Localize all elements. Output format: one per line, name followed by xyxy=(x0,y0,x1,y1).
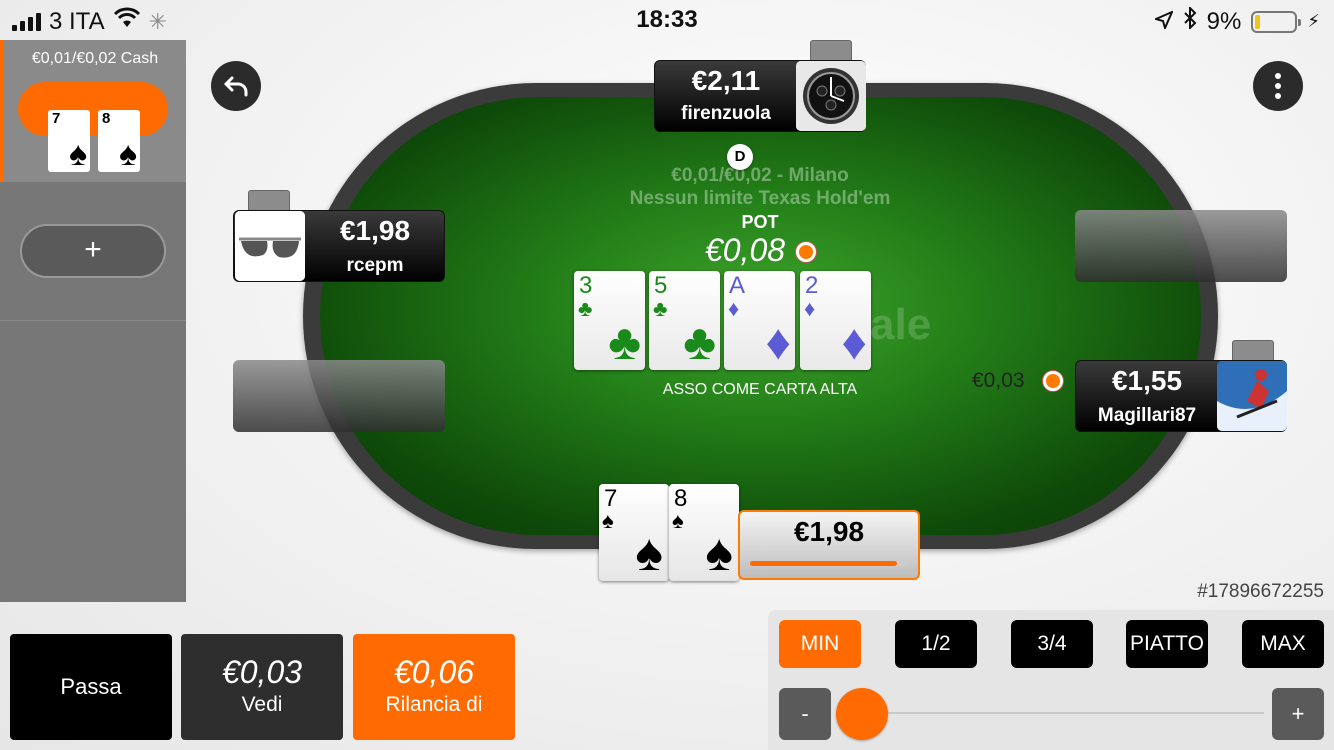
bet-slider-track[interactable] xyxy=(842,712,1264,714)
add-table-slot: + xyxy=(0,181,186,321)
bluetooth-icon xyxy=(1183,5,1197,36)
hand-strength: ASSO COME CARTA ALTA xyxy=(662,381,858,398)
status-bar: 3 ITA ✳ 18:33 9% ⚡ xyxy=(0,0,1334,40)
player-bet: €0,03 xyxy=(972,369,1025,392)
menu-button[interactable] xyxy=(1253,61,1303,111)
back-button[interactable] xyxy=(211,61,261,111)
charging-icon: ⚡ xyxy=(1307,11,1320,31)
bet-chip-icon xyxy=(1043,371,1063,391)
hand-id: #17896672255 xyxy=(1197,581,1324,602)
pot-amount: €0,08 xyxy=(704,232,786,268)
more-vertical-icon xyxy=(1275,73,1281,99)
bet-increase-button[interactable]: + xyxy=(1272,688,1324,740)
hero-stack: €1,98 xyxy=(793,516,865,547)
battery-icon xyxy=(1251,10,1302,33)
fold-label: Passa xyxy=(60,674,122,699)
empty-seat[interactable] xyxy=(1075,210,1287,282)
call-amount: €0,03 xyxy=(221,654,303,690)
mini-card: 7 ♠ xyxy=(48,110,90,172)
table-watermark: ale xyxy=(870,300,932,349)
turn-indicator xyxy=(18,82,168,136)
turn-timer-bar xyxy=(750,561,908,566)
bet-min-button[interactable]: MIN xyxy=(779,620,861,668)
back-arrow-icon xyxy=(224,76,248,97)
table-game-info: Nessun limite Texas Hold'em xyxy=(629,188,891,209)
avatar xyxy=(796,61,866,131)
raise-button[interactable]: €0,06 Rilancia di xyxy=(353,634,515,740)
player-stack: €1,98 xyxy=(339,215,411,246)
hero-card: 7 ♠ ♠ xyxy=(599,484,669,581)
player-name: rcepm xyxy=(346,255,404,276)
table-tab-active[interactable]: €0,01/€0,02 Cash 7 ♠ 8 ♠ xyxy=(0,40,186,181)
bet-three-quarter-pot-button[interactable]: 3/4 xyxy=(1011,620,1093,668)
empty-seat[interactable] xyxy=(233,360,445,432)
location-icon xyxy=(1152,8,1174,36)
avatar xyxy=(235,211,305,281)
call-label: Vedi xyxy=(241,693,283,716)
pot-chip-icon xyxy=(796,242,816,262)
player-stack: €2,11 xyxy=(691,65,761,96)
clock: 18:33 xyxy=(636,6,698,33)
board-card: A ♦ ♦ xyxy=(724,271,795,370)
add-table-button[interactable]: + xyxy=(20,224,166,278)
player-stack: €1,55 xyxy=(1111,365,1183,396)
bet-half-pot-button[interactable]: 1/2 xyxy=(895,620,977,668)
mini-card: 8 ♠ xyxy=(98,110,140,172)
player-seat-right[interactable]: €1,55 Magillari87 xyxy=(1075,360,1287,432)
bet-decrease-button[interactable]: - xyxy=(779,688,831,740)
table-stakes-info: €0,01/€0,02 - Milano xyxy=(671,165,849,186)
dealer-button: D xyxy=(727,144,753,170)
call-button[interactable]: €0,03 Vedi xyxy=(181,634,343,740)
bet-pot-button[interactable]: PIATTO xyxy=(1126,620,1208,668)
avatar xyxy=(1217,361,1287,431)
table-tab-stakes: €0,01/€0,02 Cash xyxy=(31,50,159,67)
watch-avatar-icon xyxy=(796,61,866,131)
hero-seat: €1,98 xyxy=(738,510,920,580)
board-card: 3 ♣ ♣ xyxy=(574,271,645,370)
bet-slider-knob[interactable] xyxy=(836,688,888,740)
player-seat-top[interactable]: €2,11 firenzuola xyxy=(654,60,866,132)
player-seat-left[interactable]: €1,98 rcepm xyxy=(233,210,445,282)
player-name: firenzuola xyxy=(681,103,771,124)
pot-label: POT xyxy=(741,212,779,232)
table-sidebar: €0,01/€0,02 Cash 7 ♠ 8 ♠ + xyxy=(0,40,186,602)
battery-percent: 9% xyxy=(1206,7,1242,35)
raise-amount: €0,06 xyxy=(393,654,475,690)
player-name: Magillari87 xyxy=(1097,405,1197,426)
raise-label: Rilancia di xyxy=(385,693,483,716)
bet-panel: MIN 1/2 3/4 PIATTO MAX - + xyxy=(768,610,1334,750)
hero-card: 8 ♠ ♠ xyxy=(669,484,739,581)
skier-avatar-icon xyxy=(1217,361,1287,431)
board-card: 2 ♦ ♦ xyxy=(800,271,871,370)
sunglasses-avatar-icon xyxy=(235,211,305,281)
bet-max-button[interactable]: MAX xyxy=(1242,620,1324,668)
fold-button[interactable]: Passa xyxy=(10,634,172,740)
board-card: 5 ♣ ♣ xyxy=(649,271,720,370)
